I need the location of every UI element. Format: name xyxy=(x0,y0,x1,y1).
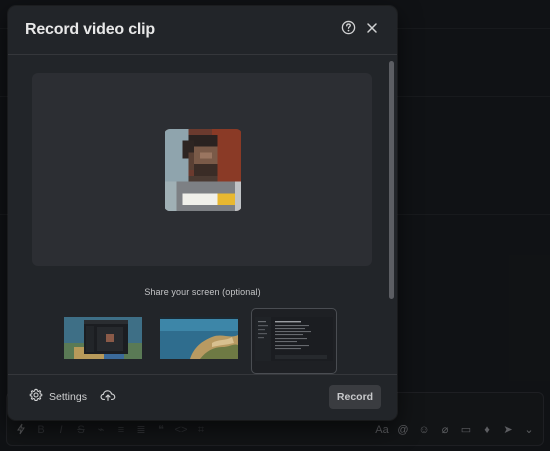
cloud-upload-icon xyxy=(100,388,116,407)
scrollbar-thumb[interactable] xyxy=(389,61,394,299)
record-video-modal: Record video clip Share your screen (opt… xyxy=(8,6,397,420)
question-circle-icon xyxy=(341,20,356,40)
record-button[interactable]: Record xyxy=(329,385,381,409)
settings-label: Settings xyxy=(49,391,87,403)
help-button[interactable] xyxy=(338,20,358,40)
modal-header: Record video clip xyxy=(8,6,397,55)
screen-thumbnail-image xyxy=(64,317,142,359)
modal-title: Record video clip xyxy=(25,21,155,38)
modal-footer: Settings Record xyxy=(8,374,397,420)
close-button[interactable] xyxy=(362,20,382,40)
upload-button[interactable] xyxy=(99,388,117,406)
screen-share-option-1[interactable] xyxy=(64,317,142,359)
screen-share-option-3[interactable] xyxy=(251,308,337,374)
share-screen-label: Share your screen (optional) xyxy=(144,287,261,297)
camera-feed-avatar xyxy=(164,129,242,211)
settings-button[interactable]: Settings xyxy=(29,388,87,406)
screen-share-option-2[interactable] xyxy=(160,317,238,359)
gear-icon xyxy=(29,388,43,407)
camera-preview xyxy=(32,73,372,266)
modal-scrollbar[interactable] xyxy=(389,59,394,370)
close-icon xyxy=(366,21,378,39)
modal-body: Share your screen (optional) xyxy=(8,55,397,374)
window-thumbnail-image xyxy=(255,317,333,361)
screen-thumbnail-image xyxy=(160,317,238,359)
pixelated-face-image xyxy=(164,129,242,211)
